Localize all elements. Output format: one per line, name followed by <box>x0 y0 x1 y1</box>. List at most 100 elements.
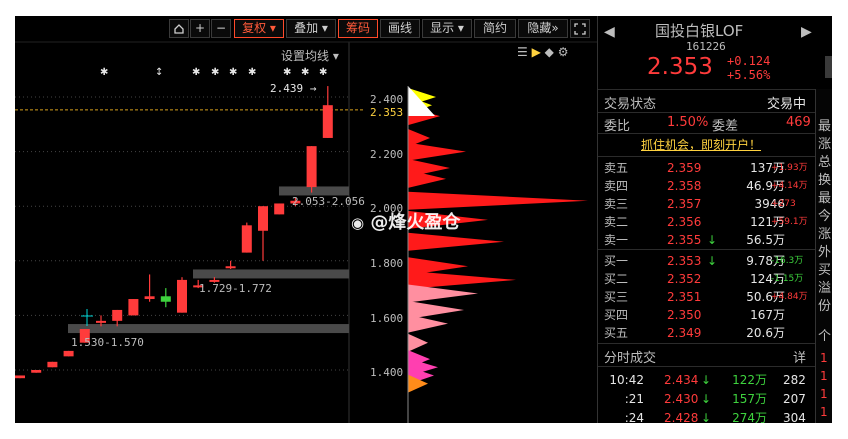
flag-icon[interactable]: ▶ <box>532 45 541 59</box>
buy-row[interactable]: 买五 2.349 20.6万 <box>599 324 811 342</box>
divider <box>598 343 832 344</box>
tick-time: :21 <box>624 392 644 406</box>
prev-stock-icon[interactable]: ◀ <box>604 24 615 40</box>
draw-button[interactable]: 画线 <box>380 19 420 38</box>
fq-dropdown[interactable]: 复权 ▾ <box>234 19 284 38</box>
signal-marker: ✱ <box>211 67 220 78</box>
next-stock-icon[interactable]: ▶ <box>801 24 812 40</box>
candle-body <box>225 266 236 269</box>
status-label: 交易状态 <box>604 97 657 112</box>
book-chg: +4.14万 <box>771 181 808 191</box>
range-label-1: 2.053-2.056 <box>292 195 365 208</box>
book-label: 卖四 <box>604 179 629 193</box>
side-value: 1 <box>820 387 828 401</box>
candle-body <box>96 320 106 323</box>
chevron-down-icon: ▾ <box>321 21 328 35</box>
tick-vol: 157万 <box>732 392 767 406</box>
book-chg: +273 <box>771 199 796 209</box>
divider <box>598 156 832 157</box>
chip-level <box>408 142 466 161</box>
ma-settings-dropdown[interactable]: 设置均线 ▾ <box>281 47 339 64</box>
signal-marker: ✱ <box>301 67 310 78</box>
candle <box>128 299 139 316</box>
buy-row[interactable]: 买四 2.350 167万 <box>599 306 811 324</box>
sell-row[interactable]: 卖一 2.355 56.5万 ↓ <box>599 231 811 249</box>
overlay-dropdown[interactable]: 叠加 ▾ <box>286 19 336 38</box>
gear-icon[interactable]: ⚙ <box>558 45 569 59</box>
hide-button[interactable]: 隐藏» <box>518 19 568 38</box>
sell-row[interactable]: 卖五 2.359 137万 +1.93万 <box>599 159 811 177</box>
side-label: 换 <box>818 173 832 188</box>
candle-body <box>31 370 42 373</box>
candle-body <box>144 296 155 300</box>
sell-row[interactable]: 卖三 2.357 3946 +273 <box>599 195 811 213</box>
candle <box>144 274 155 302</box>
expand-icon[interactable] <box>570 19 590 38</box>
buy-row[interactable]: 买二 2.352 124万 -1.15万 <box>599 270 811 288</box>
sell-row[interactable]: 卖四 2.358 46.9万 +4.14万 <box>599 177 811 195</box>
home-icon[interactable] <box>169 19 189 38</box>
list-icon[interactable]: ☰ <box>517 45 528 59</box>
candle <box>274 203 285 215</box>
candle-body <box>177 279 187 313</box>
book-price: 2.351 <box>667 290 702 304</box>
candle <box>15 375 25 379</box>
range-bar <box>193 269 349 279</box>
book-label: 买一 <box>604 254 629 268</box>
book-chg: +59.1万 <box>771 217 808 227</box>
zoom-in-button[interactable]: + <box>190 19 210 38</box>
ticks-detail-button[interactable]: 详 <box>793 347 806 366</box>
triangle-icon[interactable]: ◆ <box>545 45 554 59</box>
side-value: 1 <box>820 369 828 383</box>
book-price: 2.358 <box>667 179 702 193</box>
chips-button[interactable]: 筹码 <box>338 19 378 38</box>
buy-row[interactable]: 买三 2.351 50.6万 +4.84万 <box>599 288 811 306</box>
candle <box>160 288 171 308</box>
candle <box>63 350 74 357</box>
signal-marker: ✱ <box>248 67 257 78</box>
zoom-out-button[interactable]: − <box>211 19 231 38</box>
simple-button[interactable]: 简约 <box>474 19 516 38</box>
candle-body <box>322 105 333 138</box>
chart-tools: ☰ ▶ ◆ ⚙ <box>517 45 568 59</box>
watermark-text: @烽火盈仓 <box>370 212 461 233</box>
candle-body <box>112 309 123 321</box>
candle-body <box>128 299 139 316</box>
book-vol: 167万 <box>750 308 785 322</box>
candle <box>258 206 268 261</box>
tick-row[interactable]: 10:42 2.434 ↓ 122万 282 <box>599 371 811 389</box>
book-label: 卖二 <box>604 215 629 229</box>
last-price: 2.353 <box>647 54 713 80</box>
chevron-down-icon: ▾ <box>332 49 339 63</box>
price-change: +0.124 <box>727 54 771 68</box>
price-label-1400: 1.400 <box>370 366 404 379</box>
weibo-icon: ◉ <box>351 214 365 232</box>
tick-row[interactable]: :21 2.430 ↓ 157万 207 <box>599 390 811 408</box>
open-account-link[interactable]: 抓住机会，即刻开户！ <box>641 136 761 153</box>
side-tab[interactable]: 个 <box>818 325 831 344</box>
ma-settings-label: 设置均线 <box>281 49 330 63</box>
signal-marker: ↕ <box>155 67 164 78</box>
current-price-label: 2.353 <box>370 106 404 119</box>
chart-grid <box>15 41 598 423</box>
buy-row[interactable]: 买一 2.353 9.78万 ↓ -16.3万 <box>599 252 811 270</box>
range-bar <box>68 324 349 334</box>
tick-row[interactable]: :24 2.428 ↓ 274万 304 <box>599 409 811 423</box>
status-value: 交易中 <box>767 97 807 112</box>
candle-body <box>274 203 285 215</box>
sell-row[interactable]: 卖二 2.356 121万 +59.1万 <box>599 213 811 231</box>
tick-price: 2.428 <box>664 411 699 423</box>
display-dropdown[interactable]: 显示 ▾ <box>422 19 472 38</box>
divider <box>598 366 832 367</box>
book-price: 2.350 <box>667 308 702 322</box>
side-label: 外 <box>818 245 832 260</box>
signal-marker: ✱ <box>192 67 201 78</box>
signal-marker: ✱ <box>319 67 328 78</box>
candle <box>306 146 317 193</box>
book-label: 卖三 <box>604 197 629 211</box>
candles <box>15 86 333 379</box>
weicha-value: 469 <box>786 115 811 130</box>
side-collapse-handle[interactable] <box>825 56 832 78</box>
candle <box>322 86 333 138</box>
tick-vol: 274万 <box>732 411 767 423</box>
